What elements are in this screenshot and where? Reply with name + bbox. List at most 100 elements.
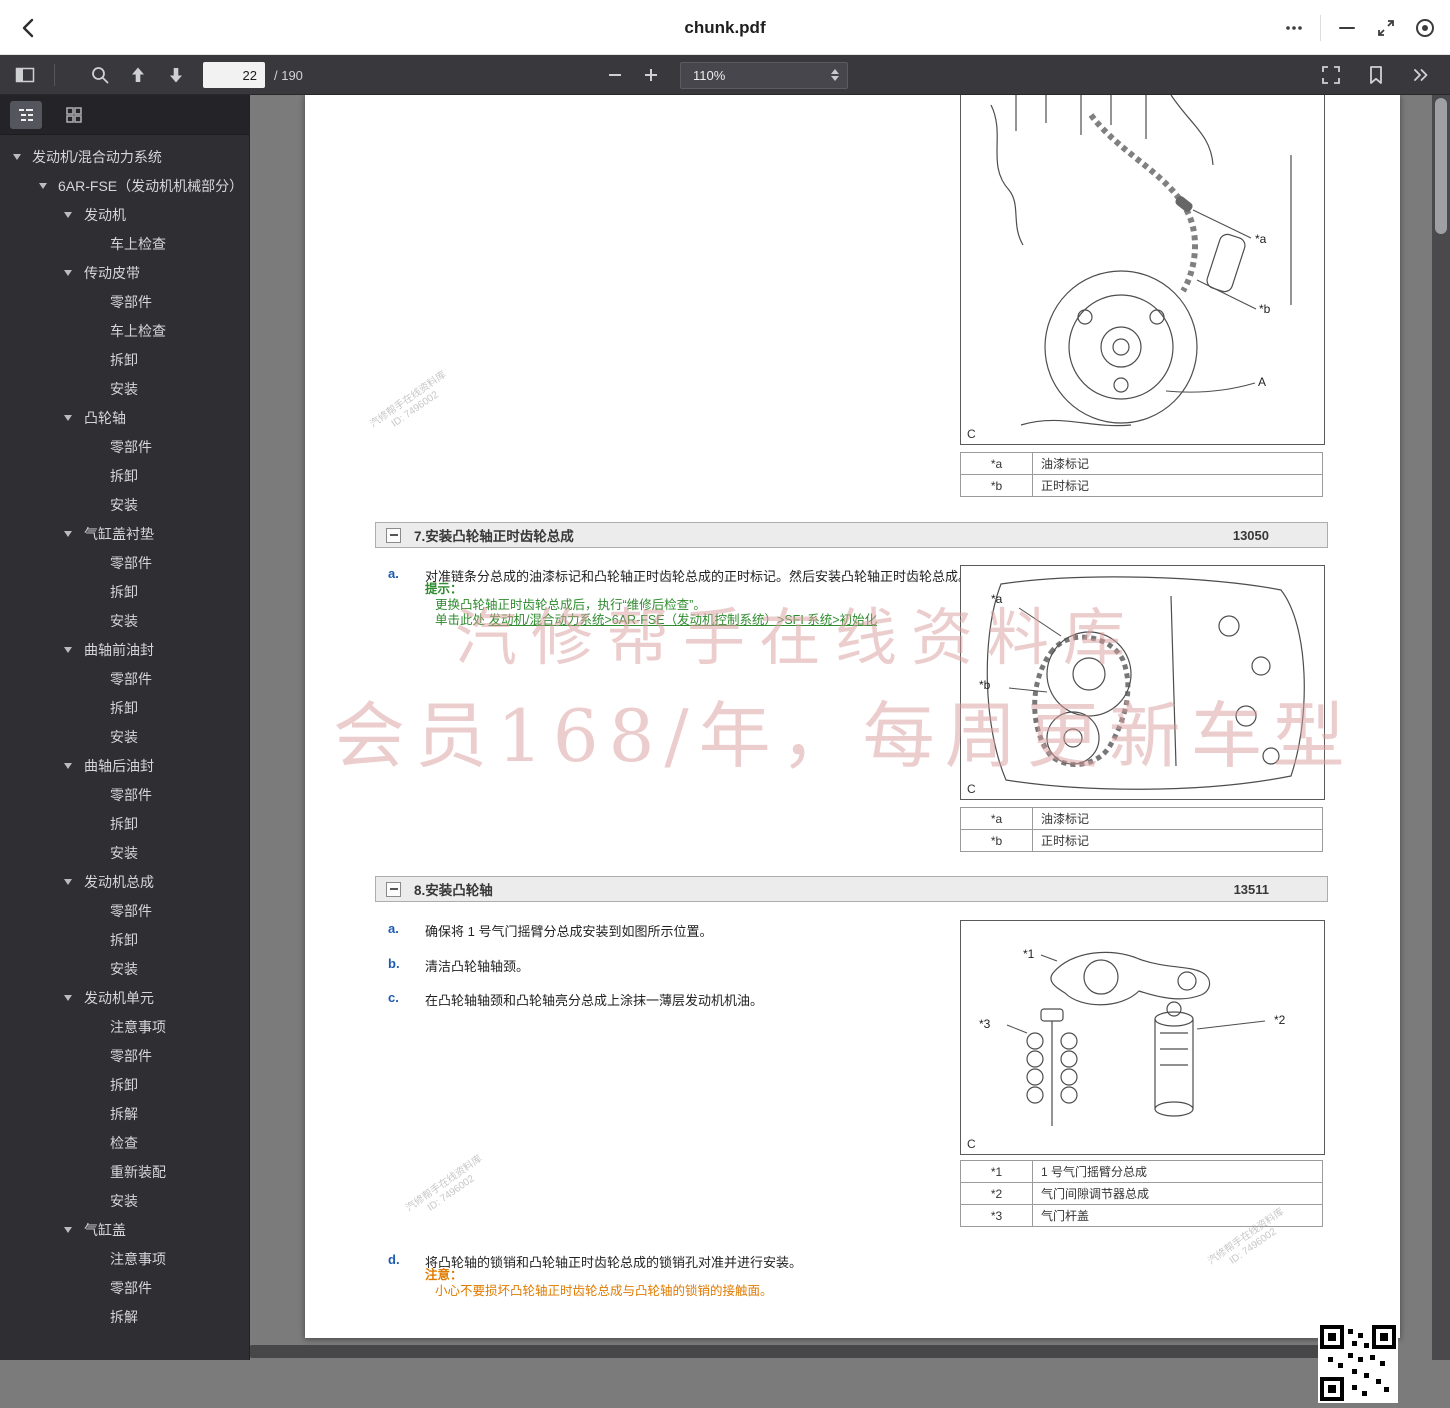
outline-item[interactable]: 零部件 bbox=[0, 1042, 249, 1071]
outline-item[interactable]: 安装 bbox=[0, 1187, 249, 1216]
outline-item-label: 安装 bbox=[110, 1193, 138, 1209]
caret-down-icon[interactable] bbox=[13, 154, 21, 160]
outline-item[interactable]: 车上检查 bbox=[0, 230, 249, 259]
outline-item[interactable]: 零部件 bbox=[0, 897, 249, 926]
qr-code bbox=[1318, 1323, 1398, 1403]
outline-item-label: 检查 bbox=[110, 1135, 138, 1151]
zoom-in-button[interactable] bbox=[636, 60, 666, 90]
legend-value: 正时标记 bbox=[1032, 829, 1323, 852]
outline-item[interactable]: 拆卸 bbox=[0, 346, 249, 375]
outline-item[interactable]: 发动机总成 bbox=[0, 868, 249, 897]
diagram-label-2: *2 bbox=[1274, 1013, 1286, 1027]
outline-item-label: 注意事项 bbox=[110, 1251, 166, 1267]
more-options-button[interactable] bbox=[1281, 15, 1307, 41]
zoom-out-button[interactable] bbox=[600, 60, 630, 90]
outline-item[interactable]: 安装 bbox=[0, 607, 249, 636]
outline-item[interactable]: 安装 bbox=[0, 955, 249, 984]
collapse-toggle-icon[interactable] bbox=[386, 881, 401, 897]
outline-item[interactable]: 发动机单元 bbox=[0, 984, 249, 1013]
diagram-corner-label: C bbox=[967, 427, 976, 441]
notice-block: 注意： 小心不要损坏凸轮轴正时齿轮总成与凸轮轴的锁销的接触面。 bbox=[425, 1268, 773, 1299]
outline-item-label: 安装 bbox=[110, 497, 138, 513]
presentation-mode-button[interactable] bbox=[1316, 60, 1346, 90]
outline-item[interactable]: 拆卸 bbox=[0, 462, 249, 491]
thumbnails-view-button[interactable] bbox=[58, 101, 90, 129]
page-number-input[interactable] bbox=[203, 62, 265, 88]
horizontal-scrollbar-thumb[interactable] bbox=[250, 1345, 1330, 1358]
zoom-select[interactable]: 110% bbox=[680, 61, 848, 89]
bookmark-button[interactable] bbox=[1361, 60, 1391, 90]
caret-down-icon[interactable] bbox=[64, 531, 72, 537]
step-item: c. 在凸轮轴轴颈和凸轮轴亮分总成上涂抹一薄层发动机机油。 bbox=[388, 990, 763, 1009]
outline-item-label: 发动机 bbox=[84, 207, 126, 223]
outline-item[interactable]: 安装 bbox=[0, 491, 249, 520]
caret-down-icon[interactable] bbox=[64, 647, 72, 653]
page-down-button[interactable] bbox=[161, 60, 191, 90]
fullscreen-button[interactable] bbox=[1373, 15, 1399, 41]
outline-item[interactable]: 零部件 bbox=[0, 549, 249, 578]
outline-item-label: 注意事项 bbox=[110, 1019, 166, 1035]
outline-item[interactable]: 拆解 bbox=[0, 1303, 249, 1332]
outline-item[interactable]: 凸轮轴 bbox=[0, 404, 249, 433]
vertical-scrollbar-thumb[interactable] bbox=[1435, 98, 1447, 234]
plus-icon bbox=[645, 69, 657, 81]
outline-item[interactable]: 零部件 bbox=[0, 288, 249, 317]
search-button[interactable] bbox=[85, 60, 115, 90]
more-tools-button[interactable] bbox=[1406, 60, 1436, 90]
outline-item[interactable]: 6AR-FSE（发动机机械部分） bbox=[0, 172, 249, 201]
outline-item[interactable]: 气缸盖衬垫 bbox=[0, 520, 249, 549]
toolbar-right-group bbox=[1316, 55, 1436, 95]
outline-item[interactable]: 注意事项 bbox=[0, 1013, 249, 1042]
step-text: 在凸轮轴轴颈和凸轮轴亮分总成上涂抹一薄层发动机机油。 bbox=[425, 993, 764, 1008]
outline-item[interactable]: 拆卸 bbox=[0, 578, 249, 607]
outline-item[interactable]: 曲轴前油封 bbox=[0, 636, 249, 665]
outline-item[interactable]: 拆解 bbox=[0, 1100, 249, 1129]
outline-item[interactable]: 安装 bbox=[0, 839, 249, 868]
outline-item[interactable]: 拆卸 bbox=[0, 810, 249, 839]
caret-down-icon[interactable] bbox=[39, 183, 47, 189]
step-letter: c. bbox=[388, 990, 399, 1005]
hint-link[interactable]: 发动机/混合动力系统>6AR-FSE（发动机控制系统）>SFI 系统>初始化 bbox=[488, 613, 877, 627]
outline-item[interactable]: 注意事项 bbox=[0, 1245, 249, 1274]
caret-down-icon[interactable] bbox=[64, 879, 72, 885]
step-letter: b. bbox=[388, 956, 400, 971]
outline-item[interactable]: 零部件 bbox=[0, 1274, 249, 1303]
outline-item[interactable]: 车上检查 bbox=[0, 317, 249, 346]
page-up-button[interactable] bbox=[123, 60, 153, 90]
outline-item[interactable]: 曲轴后油封 bbox=[0, 752, 249, 781]
page-count-label: / 190 bbox=[274, 67, 303, 83]
collapse-toggle-icon[interactable] bbox=[386, 527, 401, 543]
outline-item[interactable]: 零部件 bbox=[0, 781, 249, 810]
outline-item[interactable]: 拆卸 bbox=[0, 694, 249, 723]
caret-down-icon[interactable] bbox=[64, 415, 72, 421]
outline-item[interactable]: 检查 bbox=[0, 1129, 249, 1158]
watermark-stamp-id: ID: 7496002 bbox=[389, 389, 441, 430]
outline-item[interactable]: 零部件 bbox=[0, 665, 249, 694]
outline-item[interactable]: 拆卸 bbox=[0, 1071, 249, 1100]
diagram-label-a: *a bbox=[991, 592, 1003, 606]
outline-item[interactable]: 重新装配 bbox=[0, 1158, 249, 1187]
outline-item[interactable]: 发动机/混合动力系统 bbox=[0, 143, 249, 172]
caret-down-icon[interactable] bbox=[64, 270, 72, 276]
outline-item[interactable]: 零部件 bbox=[0, 433, 249, 462]
thumbnails-grid-icon bbox=[66, 106, 82, 123]
outline-item[interactable]: 安装 bbox=[0, 723, 249, 752]
outline-item[interactable]: 拆卸 bbox=[0, 926, 249, 955]
outline-item[interactable]: 气缸盖 bbox=[0, 1216, 249, 1245]
caret-down-icon[interactable] bbox=[64, 1227, 72, 1233]
caret-down-icon[interactable] bbox=[64, 212, 72, 218]
outline-item[interactable]: 发动机 bbox=[0, 201, 249, 230]
titlebar-actions bbox=[1281, 0, 1438, 55]
app-button[interactable] bbox=[1412, 15, 1438, 41]
caret-down-icon[interactable] bbox=[64, 995, 72, 1001]
outline-item[interactable]: 传动皮带 bbox=[0, 259, 249, 288]
outline-view-button[interactable] bbox=[10, 100, 42, 129]
outline-item-label: 拆卸 bbox=[110, 700, 138, 716]
step-item: b. 清洁凸轮轴轴颈。 bbox=[388, 956, 529, 975]
vertical-scrollbar[interactable] bbox=[1432, 95, 1450, 1360]
legend-value: 气门间隙调节器总成 bbox=[1032, 1182, 1323, 1205]
outline-item[interactable]: 安装 bbox=[0, 375, 249, 404]
caret-down-icon[interactable] bbox=[64, 763, 72, 769]
minimize-button[interactable] bbox=[1334, 15, 1360, 41]
sidebar-toggle-button[interactable] bbox=[10, 60, 40, 90]
